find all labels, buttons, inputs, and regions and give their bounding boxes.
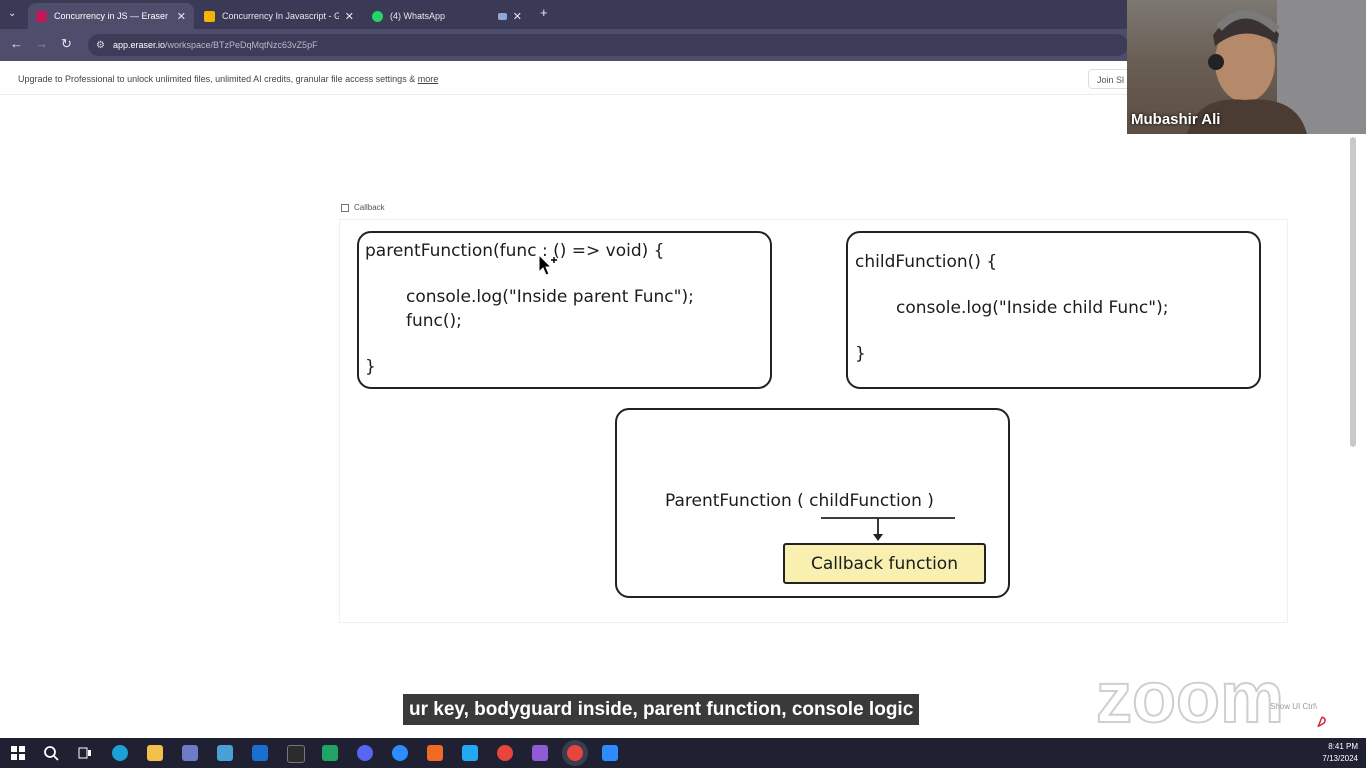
brave-icon[interactable]	[427, 745, 443, 761]
parent-line-4: }	[365, 357, 376, 377]
whatsapp-favicon-icon	[372, 10, 383, 22]
eraser-favicon-icon	[36, 10, 47, 22]
tab-search-icon[interactable]: ⌄	[8, 7, 16, 21]
call-argument: childFunction	[809, 491, 922, 511]
banner-text: Upgrade to Professional to unlock unlimi…	[18, 74, 418, 84]
close-tab-icon[interactable]: ✕	[345, 10, 354, 23]
site-info-icon[interactable]: ⚙	[96, 40, 105, 51]
sheets-icon[interactable]	[322, 745, 338, 761]
more-link[interactable]: more	[418, 74, 439, 84]
frame-icon	[341, 203, 349, 212]
windows-start-icon[interactable]	[10, 745, 26, 761]
new-tab-button[interactable]: +	[540, 6, 548, 20]
task-view-icon[interactable]	[77, 745, 93, 761]
zoom-app-icon[interactable]	[392, 745, 408, 761]
discord-icon[interactable]	[357, 745, 373, 761]
parent-line-2: console.log("Inside parent Func");	[406, 287, 694, 307]
app-blue-icon[interactable]	[182, 745, 198, 761]
media-tab-icon	[497, 12, 507, 20]
zoom-watermark-text: zoom	[1096, 660, 1284, 730]
tab-title: Concurrency In Javascript - Go	[222, 11, 339, 21]
chrome-icon[interactable]	[497, 745, 513, 761]
call-prefix: ParentFunction (	[665, 491, 810, 511]
file-explorer-icon[interactable]	[147, 745, 163, 761]
participant-name: Mubashir Ali	[1131, 111, 1221, 128]
windows-taskbar: 8:41 PM 7/13/2024	[0, 738, 1366, 768]
slides-favicon-icon	[204, 10, 215, 22]
close-tab-icon[interactable]: ✕	[513, 10, 522, 23]
system-clock[interactable]: 8:41 PM 7/13/2024	[1322, 741, 1358, 765]
address-bar[interactable]: ⚙ app.eraser.io/workspace/BTzPeDqMqtNzc6…	[88, 34, 1128, 56]
annotate-pen-icon[interactable]	[1316, 715, 1328, 729]
banner-message: Upgrade to Professional to unlock unlimi…	[18, 74, 438, 84]
child-line-2: console.log("Inside child Func");	[896, 298, 1169, 318]
tab-eraser[interactable]: Concurrency in JS — Eraser ✕	[28, 3, 194, 29]
call-suffix: )	[921, 491, 934, 511]
show-ui-hint[interactable]: Show UI Ctrl\	[1270, 702, 1317, 711]
forward-icon[interactable]: →	[35, 37, 48, 51]
clock-time: 8:41 PM	[1328, 742, 1358, 751]
arrow-head-icon	[873, 534, 883, 541]
vscode-icon[interactable]	[462, 745, 478, 761]
chrome-active-icon[interactable]	[567, 745, 583, 761]
zoom-watermark-logo: zoom	[1095, 660, 1285, 730]
child-line-3: }	[855, 344, 866, 364]
url-host: app.eraser.io	[112, 40, 166, 50]
search-icon[interactable]	[43, 745, 59, 761]
zoom-meeting-icon[interactable]	[602, 745, 618, 761]
call-expression: ParentFunction ( childFunction )	[665, 491, 934, 511]
mail-icon[interactable]	[252, 745, 268, 761]
tab-title: Concurrency in JS — Eraser	[54, 11, 169, 21]
live-caption: ur key, bodyguard inside, parent functio…	[403, 694, 920, 725]
vertical-scrollbar[interactable]	[1350, 137, 1356, 447]
tab-google-slides[interactable]: Concurrency In Javascript - Go ✕	[196, 3, 362, 29]
reload-icon[interactable]: ↻	[61, 37, 72, 51]
close-tab-icon[interactable]: ✕	[177, 10, 186, 23]
tab-title: (4) WhatsApp	[390, 11, 446, 21]
cursor-icon	[538, 254, 557, 276]
parent-line-1: parentFunction(func : () => void) {	[365, 241, 665, 261]
github-desktop-icon[interactable]	[532, 745, 548, 761]
clock-date: 7/13/2024	[1322, 754, 1358, 763]
child-line-1: childFunction() {	[855, 252, 998, 272]
participant-video: Mubashir Ali	[1127, 0, 1366, 134]
callback-function-label[interactable]: Callback function	[783, 543, 986, 584]
url-path: /workspace/BTzPeDqMqtNzc63vZ5pF	[165, 40, 318, 50]
frame-title: Callback	[354, 203, 385, 212]
terminal-icon[interactable]	[287, 745, 305, 763]
tab-whatsapp[interactable]: (4) WhatsApp ✕	[364, 3, 530, 29]
notepad-icon[interactable]	[217, 745, 233, 761]
back-icon[interactable]: ←	[10, 37, 23, 51]
frame-label[interactable]: Callback	[341, 203, 385, 212]
arrow-connector	[821, 517, 955, 541]
parent-line-3: func();	[406, 311, 462, 331]
edge-icon[interactable]	[112, 745, 128, 761]
